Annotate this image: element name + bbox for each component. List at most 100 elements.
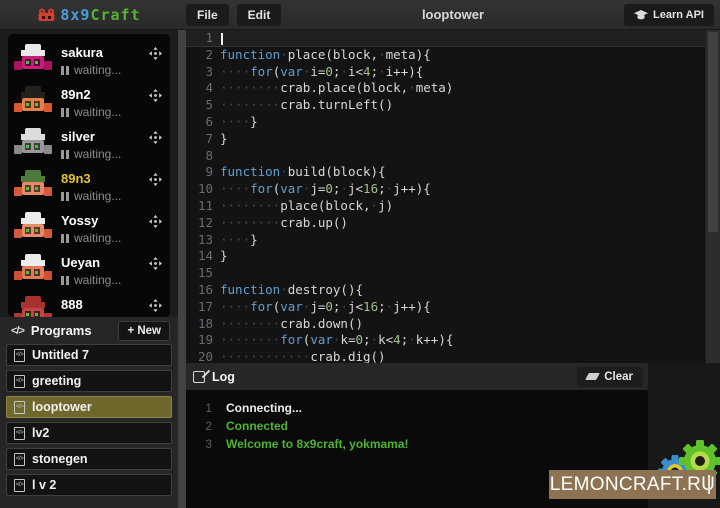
file-menu-button[interactable]: File bbox=[186, 4, 229, 26]
token-number: 16 bbox=[363, 181, 378, 196]
code-line[interactable]: 9 function·build(block){ bbox=[186, 164, 720, 181]
code-line[interactable]: 3 ····for(var·i=0;·i<4;·i++){ bbox=[186, 64, 720, 81]
code-line[interactable]: 11 ········place(block,·j) bbox=[186, 198, 720, 215]
locate-player-icon[interactable] bbox=[149, 299, 162, 312]
code-line[interactable]: 4 ········crab.place(block,·meta) bbox=[186, 80, 720, 97]
player-row[interactable]: Yossy waiting... bbox=[8, 210, 170, 252]
player-info: 89n2 waiting... bbox=[61, 86, 121, 119]
token-whitespace: ···· bbox=[220, 299, 250, 314]
line-number: 18 bbox=[186, 316, 220, 333]
locate-player-icon[interactable] bbox=[149, 215, 162, 228]
token-keyword: for bbox=[280, 332, 303, 347]
player-row[interactable]: 89n3 waiting... bbox=[8, 168, 170, 210]
programs-header: </> Programs + New bbox=[0, 317, 178, 344]
locate-player-icon[interactable] bbox=[149, 89, 162, 102]
code-line[interactable]: 19 ········for(var·k=0;·k<4;·k++){ bbox=[186, 332, 720, 349]
token-number: 0 bbox=[356, 332, 364, 347]
token-whitespace: ········ bbox=[220, 332, 280, 347]
token-plain: ; bbox=[371, 64, 379, 79]
player-status: waiting... bbox=[61, 231, 121, 245]
programs-title: Programs bbox=[31, 323, 92, 338]
code-line[interactable]: 16 function·destroy(){ bbox=[186, 282, 720, 299]
line-number: 14 bbox=[186, 248, 220, 265]
token-whitespace: · bbox=[408, 332, 416, 347]
log-line-number: 2 bbox=[186, 417, 226, 435]
code-line[interactable]: 7 } bbox=[186, 131, 720, 148]
code-line[interactable]: 5 ········crab.turnLeft() bbox=[186, 97, 720, 114]
code-line[interactable]: 8 bbox=[186, 148, 720, 165]
player-row[interactable]: sakura waiting... bbox=[8, 42, 170, 84]
edit-menu-button[interactable]: Edit bbox=[237, 4, 282, 26]
line-number: 7 bbox=[186, 131, 220, 148]
token-number: 16 bbox=[363, 299, 378, 314]
code-line[interactable]: 18 ········crab.down() bbox=[186, 316, 720, 333]
token-number: 4 bbox=[393, 332, 401, 347]
code-line[interactable]: 14 } bbox=[186, 248, 720, 265]
code-text: ········for(var·k=0;·k<4;·k++){ bbox=[220, 332, 453, 349]
editor-scrollbar-thumb[interactable] bbox=[708, 32, 718, 232]
token-plain: j) bbox=[378, 198, 393, 213]
program-item[interactable]: </> stonegen bbox=[6, 448, 172, 470]
locate-player-icon[interactable] bbox=[149, 173, 162, 186]
player-avatar-icon bbox=[14, 86, 52, 116]
token-whitespace: ···· bbox=[220, 181, 250, 196]
code-editor[interactable]: 1 2 function·place(block,·meta){ 3 ····f… bbox=[186, 30, 720, 363]
code-text: ········crab.up() bbox=[220, 215, 348, 232]
line-number: 3 bbox=[186, 64, 220, 81]
pause-icon bbox=[61, 234, 69, 243]
code-text: ····for(var·j=0;·j<16;·j++){ bbox=[220, 181, 431, 198]
program-item[interactable]: </> lv2 bbox=[6, 422, 172, 444]
program-item[interactable]: </> looptower bbox=[6, 396, 172, 418]
player-name: Ueyan bbox=[61, 255, 121, 270]
log-line-number: 3 bbox=[186, 435, 226, 453]
pause-icon bbox=[61, 276, 69, 285]
code-line[interactable]: 13 ····} bbox=[186, 232, 720, 249]
locate-player-icon[interactable] bbox=[149, 47, 162, 60]
program-label: l v 2 bbox=[32, 478, 56, 492]
sidebar-resize-handle[interactable] bbox=[178, 30, 186, 508]
code-line[interactable]: 12 ········crab.up() bbox=[186, 215, 720, 232]
locate-player-icon[interactable] bbox=[149, 257, 162, 270]
editor-scrollbar[interactable] bbox=[705, 30, 720, 363]
code-line[interactable]: 6 ····} bbox=[186, 114, 720, 131]
token-plain: crab.down() bbox=[280, 316, 363, 331]
code-line[interactable]: 17 ····for(var·j=0;·j<16;·j++){ bbox=[186, 299, 720, 316]
line-number: 11 bbox=[186, 198, 220, 215]
program-list: </> Untitled 7 </> greeting </> looptowe… bbox=[0, 344, 178, 496]
token-plain: destroy(){ bbox=[288, 282, 363, 297]
locate-player-icon[interactable] bbox=[149, 131, 162, 144]
code-line[interactable]: 2 function·place(block,·meta){ bbox=[186, 47, 720, 64]
code-line[interactable]: 1 bbox=[186, 30, 720, 47]
learn-api-button[interactable]: Learn API bbox=[624, 4, 714, 26]
code-line[interactable]: 20 ············crab.dig() bbox=[186, 349, 720, 363]
token-keyword: var bbox=[280, 299, 303, 314]
clear-log-button[interactable]: Clear bbox=[577, 367, 643, 387]
code-text: ····for(var·j=0;·j<16;·j++){ bbox=[220, 299, 431, 316]
token-plain: k= bbox=[340, 332, 355, 347]
player-info: Yossy waiting... bbox=[61, 212, 121, 245]
token-keyword: for bbox=[250, 64, 273, 79]
token-number: 0 bbox=[325, 299, 333, 314]
graduation-cap-icon bbox=[634, 10, 648, 21]
app-logo: 8x9Craft bbox=[0, 6, 178, 24]
code-text: ····} bbox=[220, 114, 258, 131]
program-item[interactable]: </> greeting bbox=[6, 370, 172, 392]
log-title: Log bbox=[212, 370, 235, 384]
program-label: stonegen bbox=[32, 452, 88, 466]
player-row[interactable]: 888 waiting... bbox=[8, 294, 170, 317]
token-plain: place(block, bbox=[288, 47, 378, 62]
player-status-text: waiting... bbox=[74, 105, 121, 119]
program-item[interactable]: </> Untitled 7 bbox=[6, 344, 172, 366]
player-row[interactable]: Ueyan waiting... bbox=[8, 252, 170, 294]
token-plain: ; bbox=[378, 181, 386, 196]
new-program-button[interactable]: + New bbox=[118, 321, 170, 341]
code-line[interactable]: 10 ····for(var·j=0;·j<16;·j++){ bbox=[186, 181, 720, 198]
program-item[interactable]: </> l v 2 bbox=[6, 474, 172, 496]
player-row[interactable]: 89n2 waiting... bbox=[8, 84, 170, 126]
token-plain: j< bbox=[348, 181, 363, 196]
log-line: 3 Welcome to 8x9craft, yokmama! bbox=[186, 435, 648, 453]
logo-text: 8x9Craft bbox=[60, 6, 140, 24]
player-row[interactable]: silver waiting... bbox=[8, 126, 170, 168]
code-line[interactable]: 15 bbox=[186, 265, 720, 282]
player-name: sakura bbox=[61, 45, 121, 60]
